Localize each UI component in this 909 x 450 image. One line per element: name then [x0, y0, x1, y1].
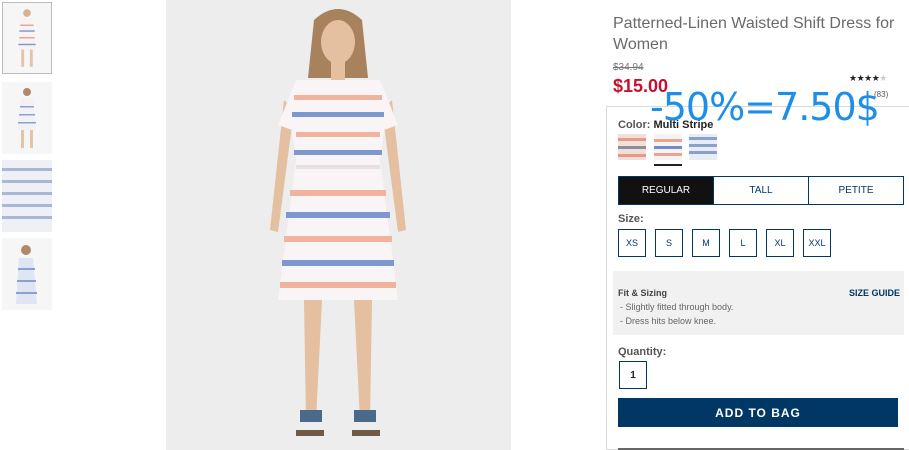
filled-stars-icon: ★★★★ — [849, 73, 880, 83]
blue-stripe-swatch[interactable] — [689, 134, 717, 160]
size-xl-button[interactable]: XL — [766, 229, 794, 257]
empty-star-icon: ★ — [879, 73, 887, 83]
size-xs-button[interactable]: XS — [618, 229, 646, 257]
thumbnail-front-view[interactable] — [2, 2, 52, 74]
thumbnail-detail-image — [2, 160, 52, 232]
blue-stripe-swatch-pattern — [689, 134, 717, 160]
selected-swatch-indicator — [654, 164, 682, 166]
main-product-image[interactable] — [166, 0, 511, 450]
tab-petite[interactable]: PETITE — [808, 177, 903, 204]
fit-note-1: - Slightly fitted through body. — [620, 302, 734, 312]
product-title: Patterned-Linen Waisted Shift Dress for … — [613, 15, 895, 53]
fit-tabs: REGULAR TALL PETITE — [618, 176, 904, 205]
thumbnail-fabric-detail[interactable] — [2, 160, 52, 232]
quantity-label: Quantity: — [618, 346, 667, 358]
size-s-button[interactable]: S — [655, 229, 683, 257]
add-to-bag-button[interactable]: ADD TO BAG — [618, 398, 898, 427]
multi-stripe-swatch[interactable] — [654, 134, 682, 160]
original-price: $34.94 — [613, 62, 644, 73]
coral-stripe-swatch[interactable] — [618, 134, 646, 160]
size-m-button[interactable]: M — [692, 229, 720, 257]
fit-sizing-title: Fit & Sizing — [618, 288, 667, 298]
color-label-text: Color: — [618, 119, 651, 131]
quantity-input[interactable]: 1 — [619, 361, 647, 389]
multi-stripe-swatch-pattern — [654, 134, 682, 160]
discount-annotation: -50%=7.50$ — [650, 85, 880, 129]
size-label: Size: — [618, 213, 644, 225]
tab-tall[interactable]: TALL — [713, 177, 808, 204]
size-l-button[interactable]: L — [729, 229, 757, 257]
star-rating[interactable]: ★★★★★ — [849, 73, 887, 84]
size-options: XS S M L XL XXL — [618, 229, 831, 257]
purchase-options-panel: Color: Multi Stripe REGULAR TALL PETITE … — [606, 106, 909, 450]
coral-stripe-swatch-pattern — [618, 134, 646, 160]
product-info-panel: Patterned-Linen Waisted Shift Dress for … — [606, 0, 909, 450]
size-guide-link[interactable]: SIZE GUIDE — [849, 288, 900, 298]
thumbnail-back-view[interactable] — [2, 82, 52, 154]
tab-regular[interactable]: REGULAR — [619, 177, 713, 204]
thumbnail-back-image — [2, 82, 52, 154]
thumbnail-side-view[interactable] — [2, 238, 52, 310]
model-dress-illustration — [166, 0, 511, 450]
thumbnail-side-image — [2, 238, 52, 310]
fit-note-2: - Dress hits below knee. — [620, 316, 717, 326]
size-xxl-button[interactable]: XXL — [803, 229, 831, 257]
thumbnail-front-image — [3, 3, 51, 73]
